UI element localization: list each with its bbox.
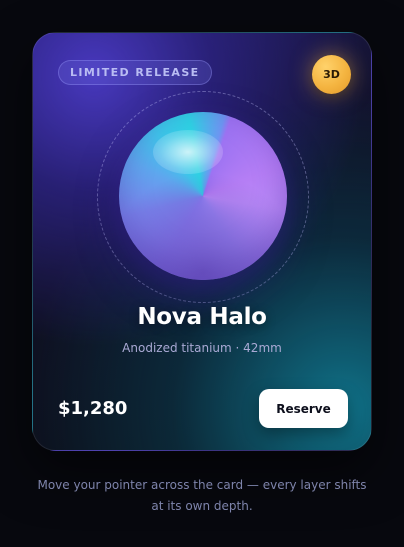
- instruction-caption: Move your pointer across the card — ever…: [0, 475, 404, 517]
- caption-line-2: at its own depth.: [151, 499, 253, 513]
- product-orb: [119, 112, 287, 280]
- reserve-button[interactable]: Reserve: [259, 389, 348, 428]
- product-price: $1,280: [58, 398, 128, 419]
- orb-highlight: [153, 130, 223, 174]
- 3d-mode-chip[interactable]: 3D: [312, 55, 351, 94]
- product-subtitle: Anodized titanium · 42mm: [122, 341, 282, 355]
- product-title: Nova Halo: [137, 304, 267, 330]
- limited-release-badge: LIMITED RELEASE: [58, 60, 212, 85]
- caption-line-1: Move your pointer across the card — ever…: [37, 478, 367, 492]
- product-card[interactable]: LIMITED RELEASE 3D Nova Halo Anodized ti…: [32, 32, 372, 451]
